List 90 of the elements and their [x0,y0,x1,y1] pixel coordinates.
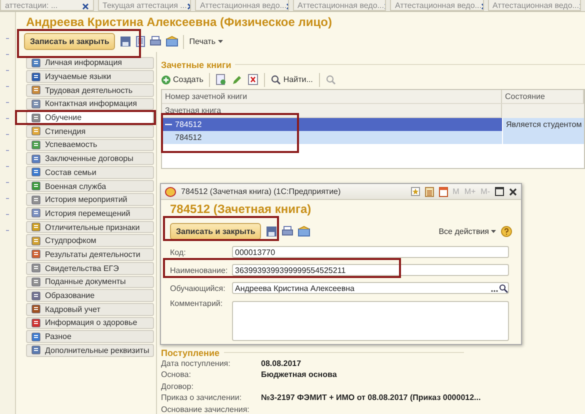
section-icon [31,98,41,109]
sidebar-item[interactable]: Военная служба [26,180,154,192]
calendar-icon[interactable] [438,186,448,196]
field-value: №3-2197 ФЭМИТ + ИМО от 08.08.2017 (Приказ 0000012... [261,393,481,402]
section-icon [31,345,41,356]
caret-icon[interactable] [218,40,223,44]
find-button[interactable]: Найти... [271,74,313,84]
delete-icon[interactable] [248,74,258,85]
field-label: Приказ о зачислении: [161,393,243,402]
sidebar-item[interactable]: Заключенные договоры [26,152,154,165]
star-icon[interactable] [410,187,420,196]
section-icon [31,276,41,287]
save-close-button[interactable]: Записать и закрыть [24,33,116,50]
sidebar-item[interactable]: История мероприятий [26,193,154,206]
section-icon [31,167,41,178]
sidebar-item[interactable]: Состав семьи [26,166,154,179]
sidebar-item[interactable]: История перемещений [26,207,154,220]
section-icon [31,236,41,246]
section-icon [31,126,41,136]
app-logo-icon [165,186,176,196]
all-actions-button[interactable]: Все действия [438,226,496,236]
save-close-button[interactable]: Записать и закрыть [170,222,262,240]
section-icon [31,222,41,232]
sidebar-item[interactable]: Кадровый учет [26,302,154,316]
section-icon [31,154,41,164]
column-header: Номер зачетной книги [162,90,502,104]
section-icon [31,72,41,82]
field-value: Бюджетная основа [261,370,337,380]
table-cell[interactable]: 784512 [162,118,502,130]
section-title: Поступление [161,348,220,358]
section-icon [31,85,41,96]
field-label: Код: [170,248,187,256]
section-title: Зачетные книги [161,60,232,70]
field-label: Договор: [161,382,194,391]
plus-icon[interactable] [161,74,171,84]
section-icon [31,304,41,314]
section-icon [31,112,41,123]
sidebar-item[interactable]: Отличительные признаки [26,220,154,234]
section-icon [31,58,41,68]
section-icon [31,140,41,150]
printer-icon[interactable] [282,226,294,236]
text-field[interactable]: 000013770 [232,246,509,258]
section-icon [31,290,41,301]
column-header: Состояние [502,90,584,104]
sidebar-item[interactable]: Дополнительные реквизиты [26,344,154,357]
section-icon [31,263,41,274]
envelope-icon[interactable] [298,226,310,236]
field-label: Обучающийся: [170,284,226,292]
sidebar-item[interactable]: Свидетельства ЕГЭ [26,262,154,274]
sidebar-item[interactable]: Стипендия [26,124,154,138]
field-label: Наименование: [170,266,229,274]
field-value: 08.08.2017 [261,358,302,368]
printer-icon[interactable] [150,36,162,48]
add-document-icon[interactable] [216,74,226,85]
section-icon [31,332,41,342]
pencil-icon[interactable] [232,74,242,84]
dialog-title: 784512 (Зачетная книга) (1С:Предприятие) [181,187,342,196]
sidebar-item[interactable]: Трудовая деятельность [26,84,154,97]
sidebar-item[interactable]: Результаты деятельности [26,248,154,261]
sidebar-item[interactable]: Контактная информация [26,98,154,110]
sidebar-item[interactable]: Разное [26,330,154,343]
sidebar-item[interactable]: Информация о здоровье [26,316,154,330]
section-icon [31,181,41,192]
field-label: Дата поступления: [161,358,232,368]
help-icon[interactable] [501,226,512,236]
maximize-icon[interactable] [495,187,504,196]
create-button[interactable]: Создать [161,74,204,84]
sidebar-item[interactable]: Поданные документы [26,276,154,288]
envelope-icon[interactable] [166,36,178,48]
field-label: Основание зачисления: [161,404,250,414]
caret-icon[interactable] [491,230,496,232]
search-icon[interactable] [499,284,508,292]
select-field[interactable]: Андреева Кристина Алексеевна [232,282,509,294]
select-field[interactable]: Андреева Кристина Алексеевна [233,284,490,292]
sidebar-item[interactable]: Образование [26,289,154,302]
sidebar-item[interactable]: Студпрофком [26,234,154,248]
text-field[interactable]: 3639939399399999554525211 [232,264,509,276]
comment-field[interactable] [232,301,509,341]
form-title: Андреева Кристина Алексеевна (Физическое лицо) [25,14,333,31]
field-label: Комментарий: [170,299,224,308]
sidebar-item[interactable]: Изучаемые языки [26,70,154,83]
section-icon [31,249,41,260]
section-icon [31,318,41,328]
print-button[interactable]: Печать [189,37,223,46]
search-icon[interactable] [271,74,282,84]
sidebar-item[interactable]: Успеваемость [26,138,154,152]
field-label: Основа: [161,370,192,380]
section-icon [31,208,41,218]
section-icon [31,194,41,205]
dialog-heading: 784512 (Зачетная книга) [169,201,312,218]
